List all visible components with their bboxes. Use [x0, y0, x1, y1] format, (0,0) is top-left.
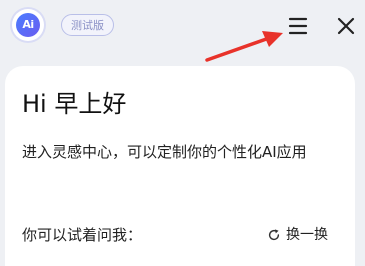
version-badge: 测试版	[61, 14, 114, 36]
close-icon	[337, 17, 355, 35]
welcome-card: Hi 早上好 进入灵感中心，可以定制你的个性化AI应用 你可以试着问我： 换一换	[5, 66, 355, 266]
refresh-label: 换一换	[286, 227, 328, 243]
intro-text: 进入灵感中心，可以定制你的个性化AI应用	[22, 143, 307, 161]
refresh-suggestions-button[interactable]: 换一换	[267, 224, 328, 246]
hamburger-menu-icon	[288, 17, 308, 35]
close-button[interactable]	[334, 14, 358, 38]
suggestion-prompt-label: 你可以试着问我：	[22, 226, 143, 244]
greeting-title: Hi 早上好	[22, 90, 127, 118]
app-logo-text: Ai	[16, 13, 40, 37]
app-logo: Ai	[12, 9, 44, 41]
refresh-icon	[268, 229, 280, 241]
menu-button[interactable]	[286, 14, 310, 38]
